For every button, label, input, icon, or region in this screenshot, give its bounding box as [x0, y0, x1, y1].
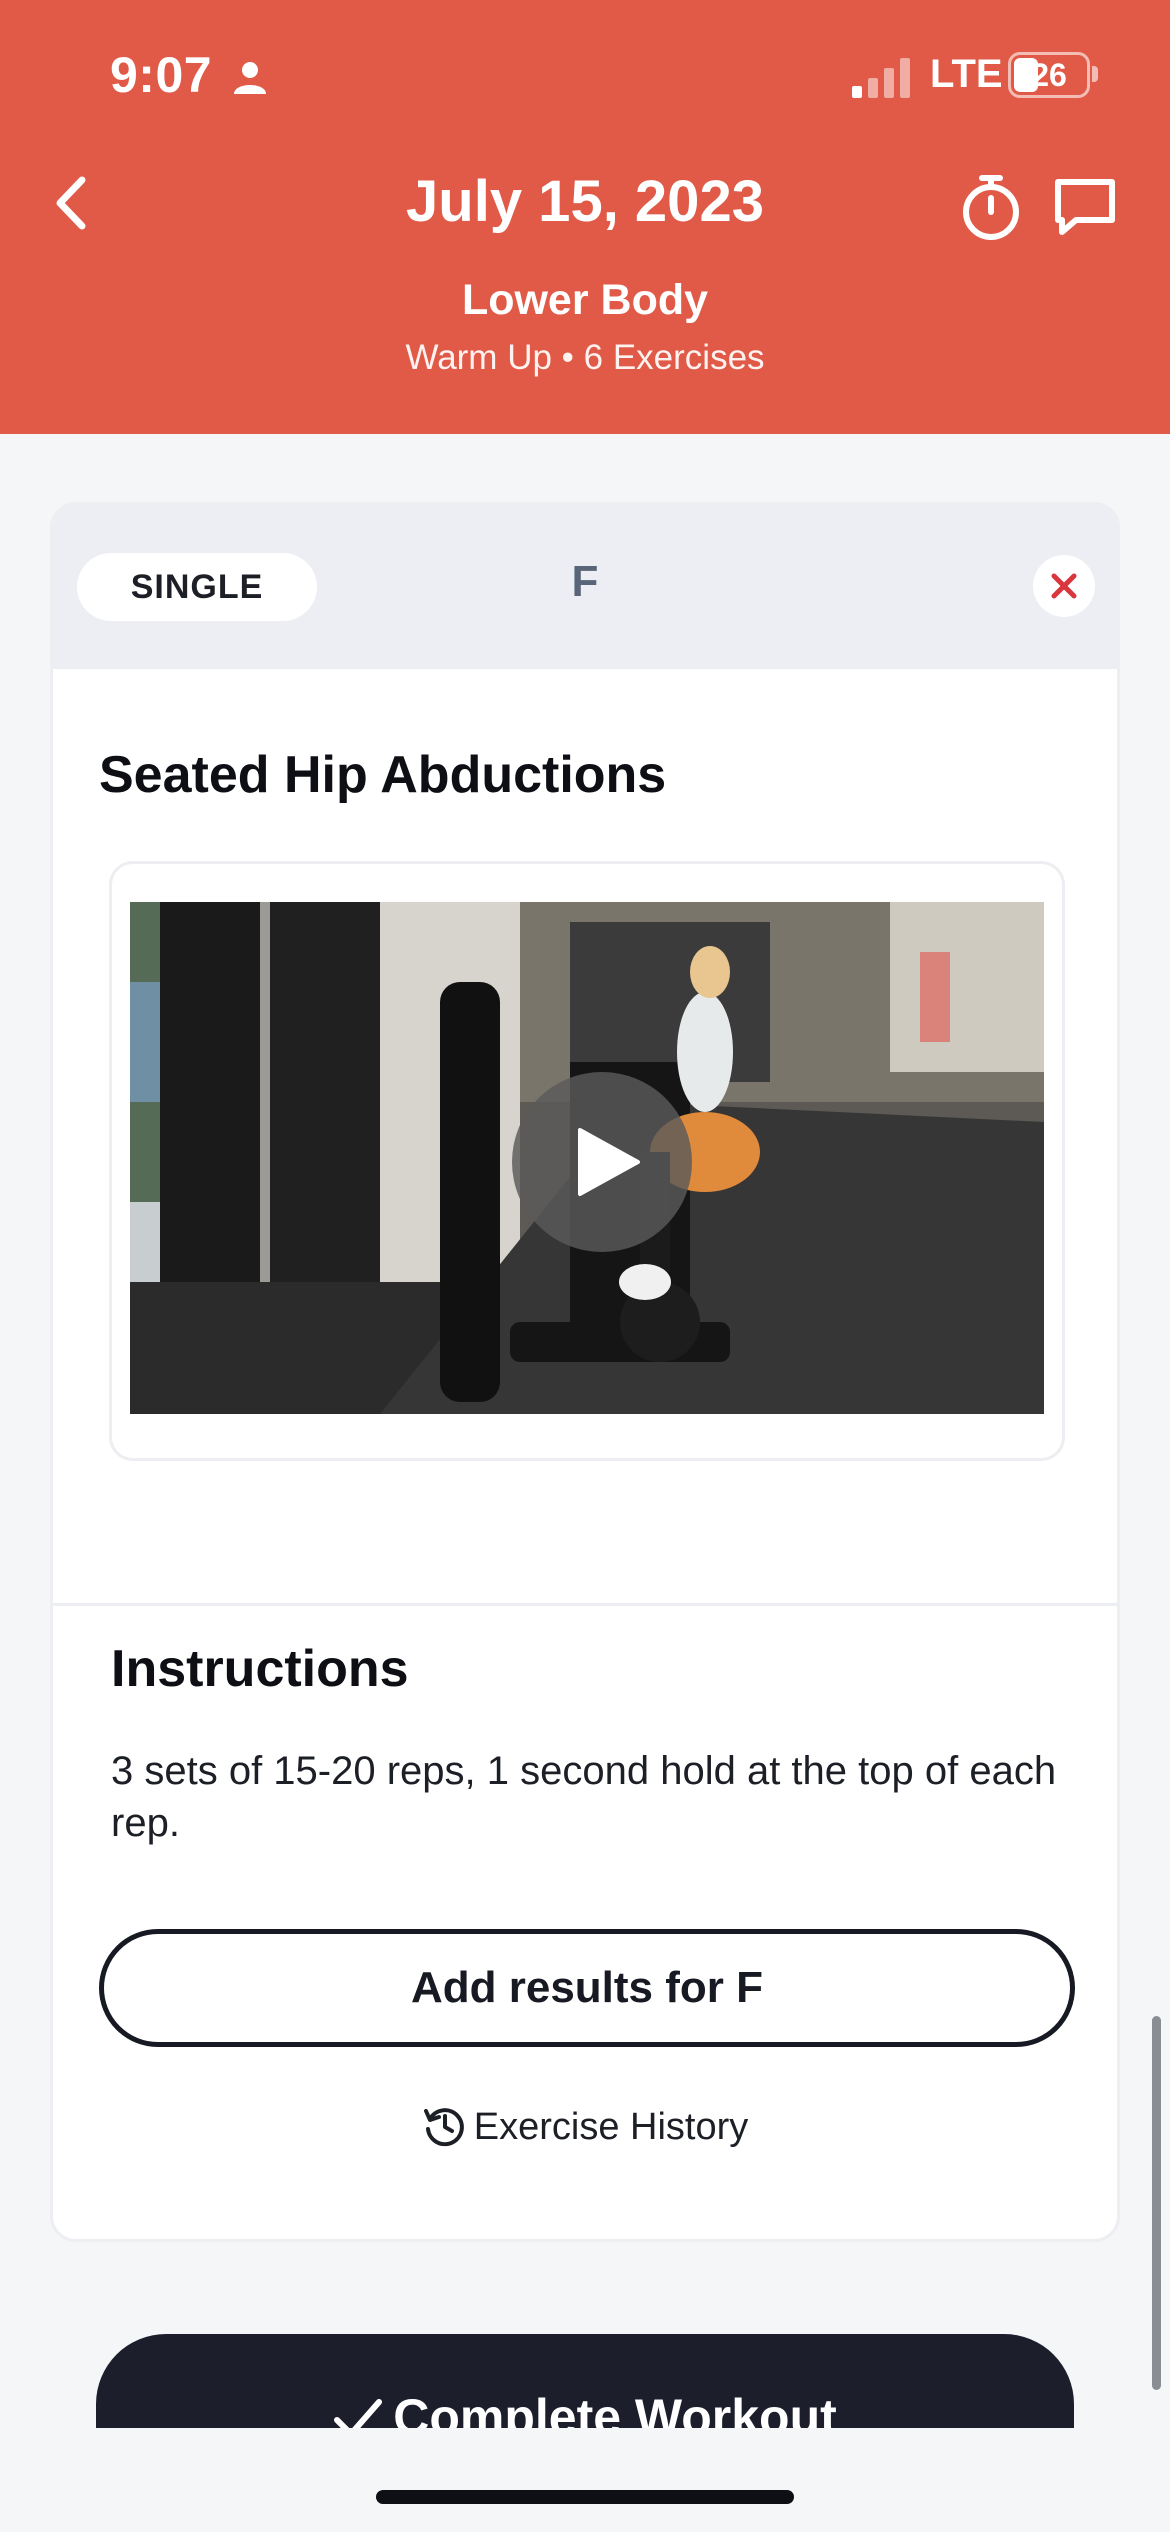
home-indicator[interactable] — [376, 2490, 794, 2504]
scrollbar[interactable] — [1152, 2016, 1161, 2390]
status-time: 9:07 — [110, 47, 213, 103]
video-container — [109, 861, 1065, 1461]
section-divider — [53, 1603, 1117, 1606]
history-clock-icon — [423, 2108, 464, 2147]
person-icon — [234, 62, 266, 94]
exercise-letter: F — [571, 557, 599, 606]
battery-level: 26 — [1031, 57, 1067, 93]
exercise-video[interactable] — [130, 902, 1044, 1414]
header: 9:07 LTE 26 July 15, 2023 Lower Body War… — [0, 0, 1170, 434]
workout-screen: 9:07 LTE 26 July 15, 2023 Lower Body War… — [0, 0, 1170, 2532]
exercise-card: SINGLE F Seated Hip Abductions Instructi… — [50, 502, 1120, 2242]
battery-cap — [1092, 66, 1098, 82]
workout-meta: Warm Up • 6 Exercises — [405, 338, 765, 377]
bottom-safe-area — [0, 2428, 1170, 2532]
signal-icon — [852, 58, 910, 98]
exercise-name: Seated Hip Abductions — [99, 746, 667, 804]
battery-icon: 26 — [1008, 52, 1090, 98]
stopwatch-icon[interactable] — [958, 172, 1024, 242]
close-icon — [1051, 573, 1077, 599]
exercise-history-label: Exercise History — [473, 2106, 749, 2148]
exercise-history-link[interactable]: Exercise History — [53, 2103, 1117, 2149]
play-icon — [578, 1128, 640, 1196]
chat-bubble-icon[interactable] — [1052, 176, 1118, 238]
workout-name: Lower Body — [461, 276, 709, 324]
add-results-button[interactable]: Add results for F — [99, 1929, 1075, 2047]
instructions-heading: Instructions — [111, 1640, 409, 1698]
remove-exercise-button[interactable] — [1033, 555, 1095, 617]
carrier-label: LTE — [930, 52, 1003, 96]
status-bar: 9:07 LTE 26 — [0, 0, 1170, 150]
instructions-text: 3 sets of 15-20 reps, 1 second hold at t… — [111, 1749, 1057, 1845]
exercise-card-header: SINGLE F — [53, 505, 1117, 669]
play-button[interactable] — [512, 1072, 692, 1252]
